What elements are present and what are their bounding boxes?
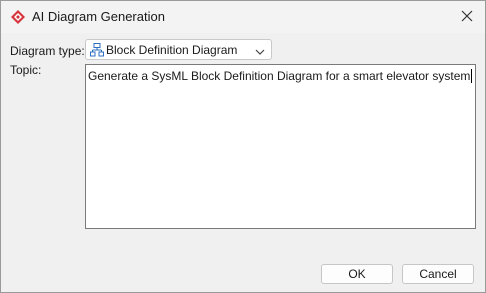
close-icon: [461, 10, 473, 25]
text-caret: [471, 69, 473, 83]
close-button[interactable]: [455, 5, 479, 29]
dialog-window: AI Diagram Generation Diagram type: Bloc…: [0, 0, 486, 293]
window-title: AI Diagram Generation: [32, 9, 165, 24]
topic-textarea[interactable]: Generate a SysML Block Definition Diagra…: [85, 64, 476, 229]
diagram-type-value: Block Definition Diagram: [106, 43, 238, 57]
topic-label: Topic:: [10, 63, 42, 77]
topic-text: Generate a SysML Block Definition Diagra…: [88, 69, 473, 83]
app-logo-icon: [10, 9, 26, 25]
block-diagram-icon: [90, 43, 104, 57]
diagram-type-label: Diagram type:: [10, 44, 85, 58]
diagram-type-dropdown[interactable]: Block Definition Diagram: [85, 39, 272, 60]
cancel-button[interactable]: Cancel: [402, 264, 474, 284]
chevron-down-icon: [255, 45, 265, 55]
ok-button[interactable]: OK: [321, 264, 393, 284]
title-bar: AI Diagram Generation: [1, 1, 485, 33]
